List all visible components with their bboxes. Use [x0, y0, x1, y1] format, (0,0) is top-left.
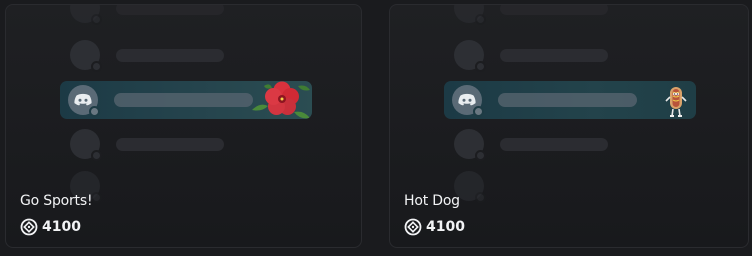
placeholder-line	[114, 93, 253, 107]
orb-icon	[20, 218, 38, 236]
orb-icon	[404, 218, 422, 236]
status-dot	[91, 14, 102, 25]
nameplate-preview	[444, 81, 696, 119]
status-dot	[475, 192, 486, 203]
placeholder-line	[500, 49, 608, 62]
status-dot	[475, 61, 486, 72]
status-dot	[91, 150, 102, 161]
item-title: Go Sports!	[20, 193, 93, 209]
placeholder-line	[498, 93, 637, 107]
placeholder-line	[500, 138, 608, 151]
status-dot	[475, 14, 486, 25]
shop-item-card[interactable]: Hot Dog 4100	[389, 4, 749, 248]
hibiscus-flower-icon	[252, 81, 310, 119]
nameplate-preview	[60, 81, 312, 119]
item-price: 4100	[404, 217, 465, 237]
placeholder-line	[500, 5, 608, 15]
placeholder-line	[116, 138, 224, 151]
item-title: Hot Dog	[404, 193, 460, 209]
placeholder-line	[116, 49, 224, 62]
price-value: 4100	[42, 219, 81, 235]
status-dot	[89, 106, 100, 117]
price-value: 4100	[426, 219, 465, 235]
shop-item-card[interactable]: Go Sports! 4100	[5, 4, 362, 248]
status-dot	[475, 150, 486, 161]
status-dot	[473, 106, 484, 117]
placeholder-line	[116, 5, 224, 15]
hot-dog-character-icon	[665, 87, 687, 117]
status-dot	[91, 192, 102, 203]
item-price: 4100	[20, 217, 81, 237]
status-dot	[91, 61, 102, 72]
